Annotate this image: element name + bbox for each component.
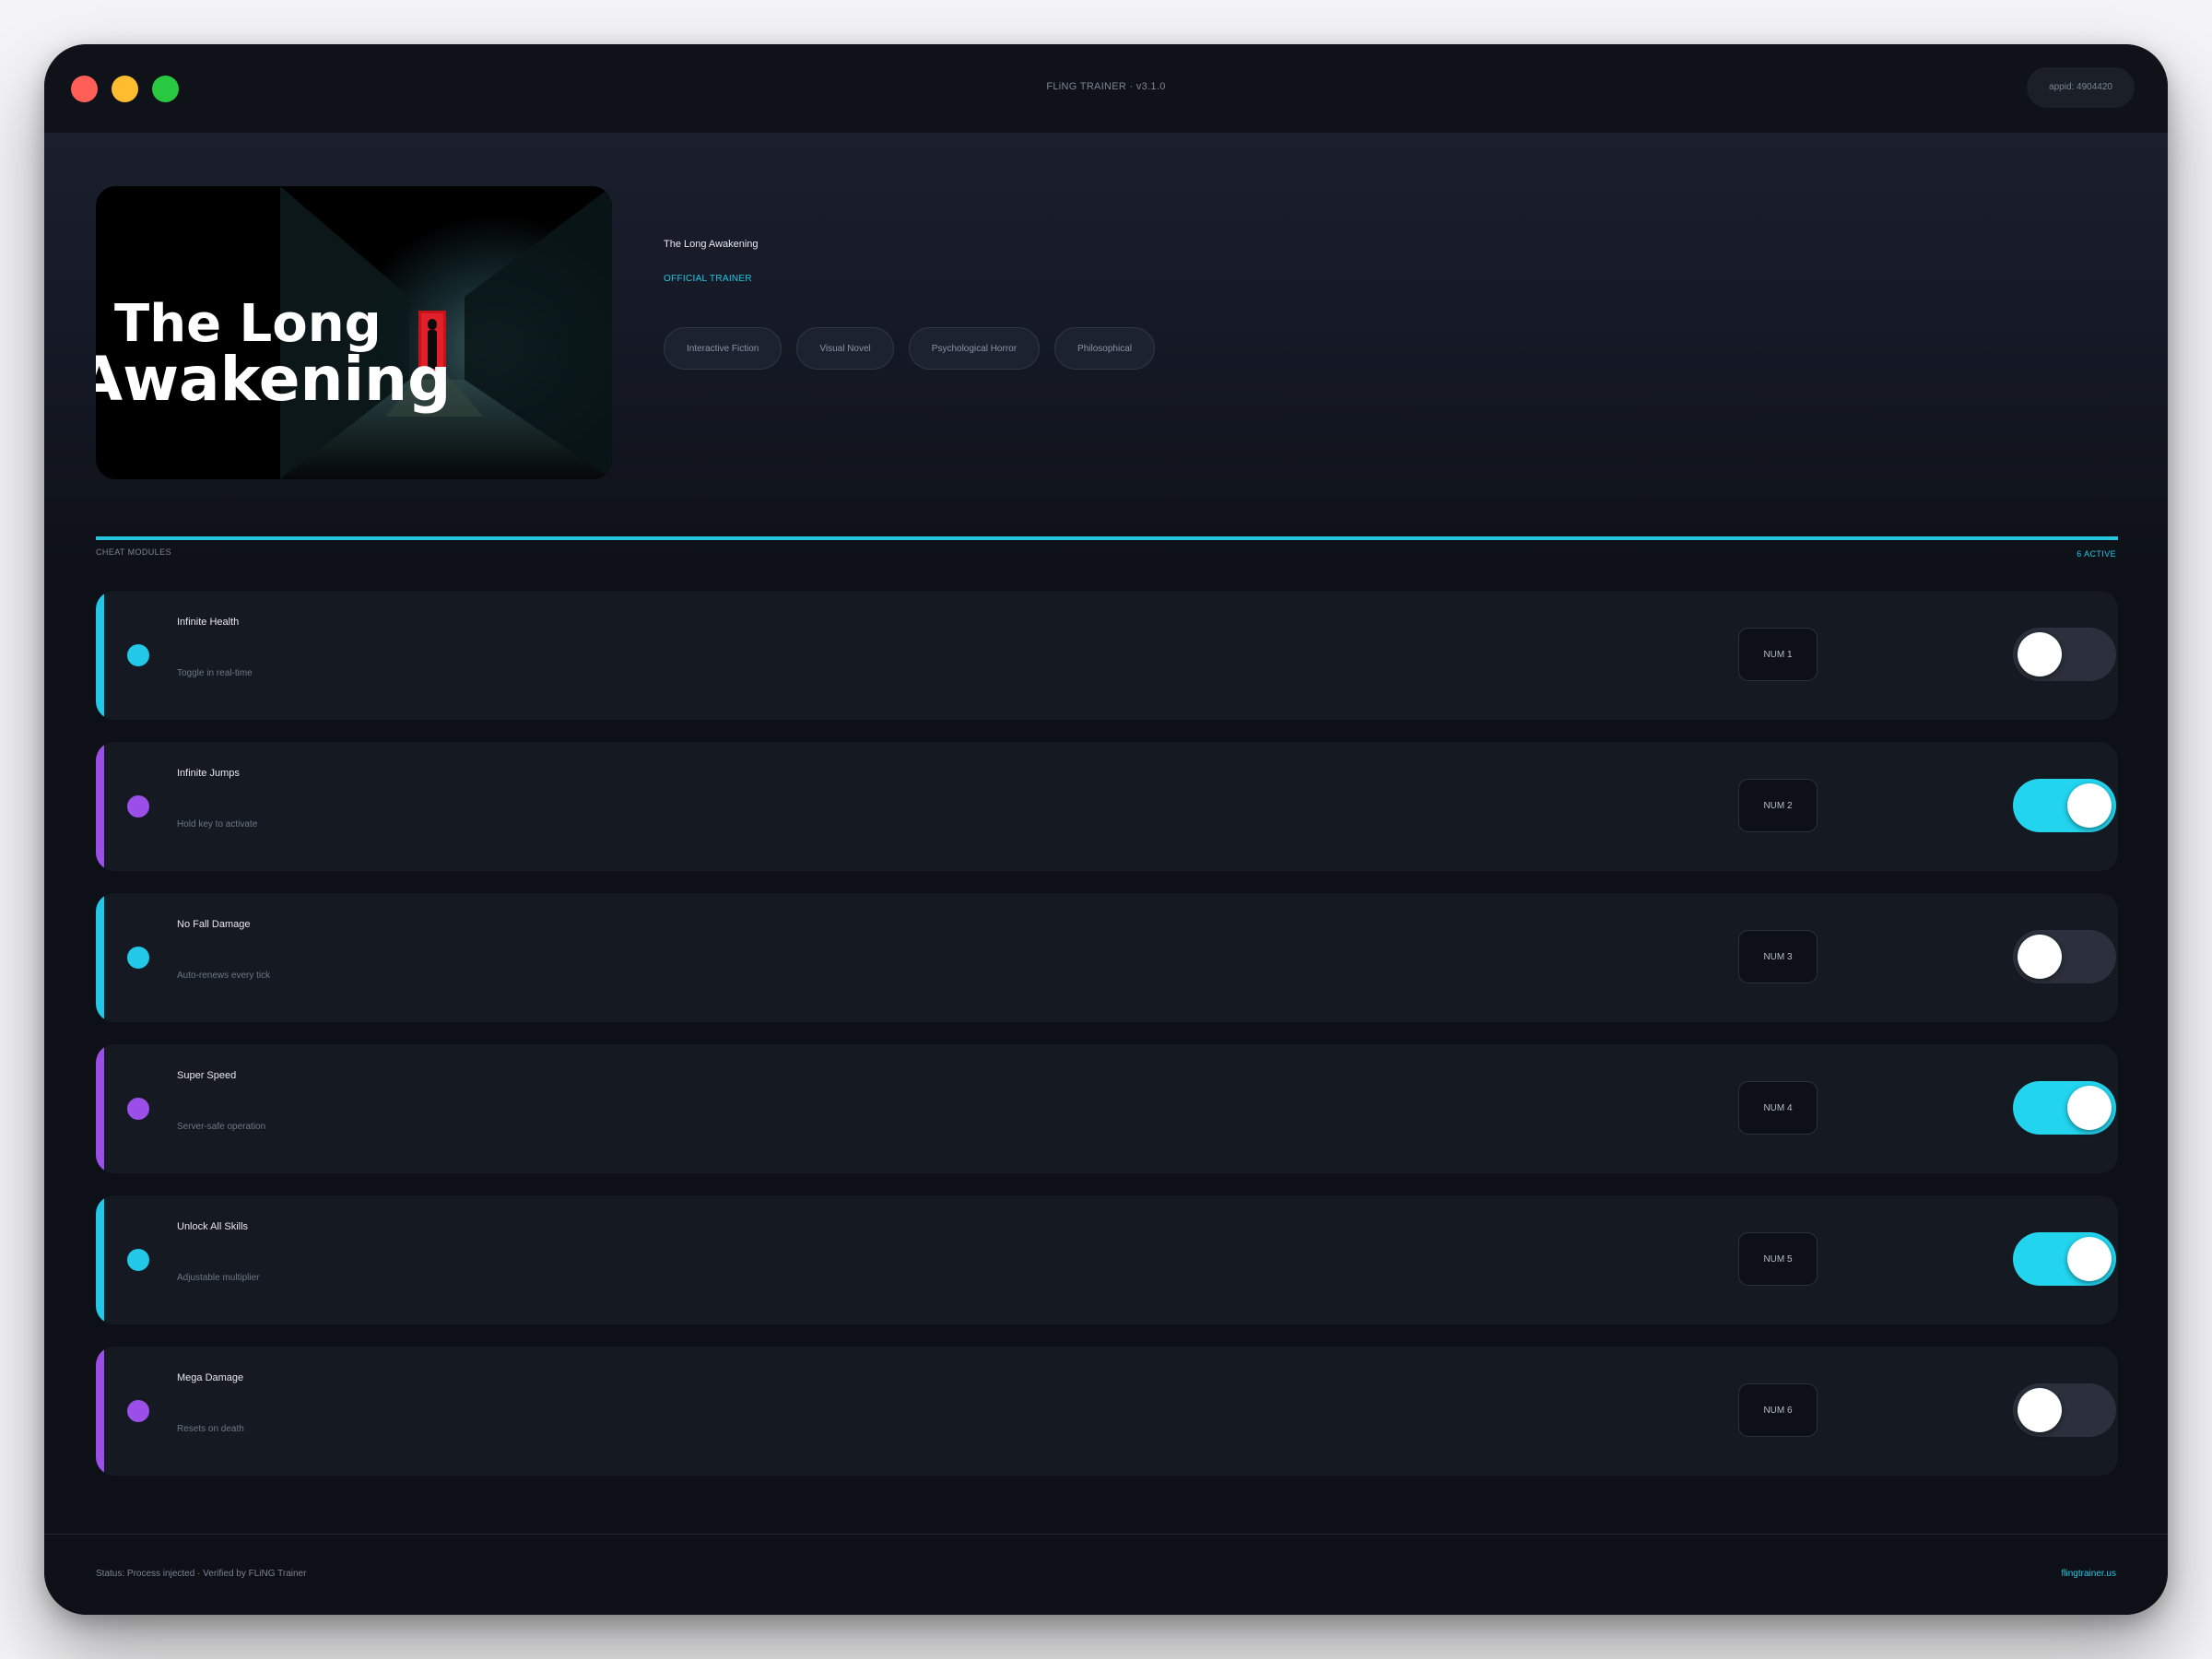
status-footer: Status: Process injected · Verified by F… [44, 1534, 2168, 1615]
module-name: Mega Damage [177, 1372, 244, 1383]
module-description: Hold key to activate [177, 819, 258, 830]
module-accent-bar [96, 1347, 104, 1476]
module-description: Auto-renews every tick [177, 971, 271, 981]
status-dot-icon [127, 1249, 149, 1271]
status-dot-icon [127, 795, 149, 818]
module-description: Toggle in real-time [177, 668, 253, 678]
title-bar: FLiNG TRAINER · v3.1.0 appid: 4904420 [44, 44, 2168, 134]
genre-tags: Interactive Fiction Visual Novel Psychol… [664, 327, 1155, 370]
hotkey-button[interactable]: NUM 2 [1738, 779, 1818, 832]
game-title: The Long Awakening [664, 239, 759, 250]
toggle-knob [2018, 935, 2062, 979]
status-text: Status: Process injected · Verified by F… [96, 1569, 307, 1579]
module-description: Adjustable multiplier [177, 1273, 260, 1283]
status-dot-icon [127, 1400, 149, 1422]
game-header: The Long Awakening The Long Awakening OF… [44, 134, 2168, 594]
module-accent-bar [96, 591, 104, 720]
hotkey-button[interactable]: NUM 4 [1738, 1081, 1818, 1135]
module-name: No Fall Damage [177, 919, 251, 930]
cheat-module-unlock-all-skills: Unlock All Skills Adjustable multiplier … [96, 1195, 2118, 1324]
website-link[interactable]: flingtrainer.us [2062, 1569, 2116, 1579]
toggle-knob [2067, 783, 2112, 828]
module-name: Infinite Health [177, 617, 240, 628]
cheat-module-infinite-jumps: Infinite Jumps Hold key to activate NUM … [96, 742, 2118, 871]
module-toggle[interactable] [2013, 1383, 2116, 1437]
module-accent-bar [96, 1195, 104, 1324]
active-count: 6 ACTIVE [2077, 549, 2116, 559]
toggle-knob [2018, 632, 2062, 677]
cheat-module-infinite-health: Infinite Health Toggle in real-time NUM … [96, 591, 2118, 720]
section-divider [96, 536, 2118, 540]
module-toggle[interactable] [2013, 1081, 2116, 1135]
genre-tag[interactable]: Psychological Horror [908, 327, 1041, 370]
toggle-knob [2067, 1086, 2112, 1130]
appid-badge: appid: 4904420 [2027, 67, 2135, 108]
cheat-module-no-fall-damage: No Fall Damage Auto-renews every tick NU… [96, 893, 2118, 1022]
hotkey-button[interactable]: NUM 1 [1738, 628, 1818, 681]
window-title: FLiNG TRAINER · v3.1.0 [1046, 81, 1166, 92]
status-dot-icon [127, 644, 149, 666]
hotkey-button[interactable]: NUM 3 [1738, 930, 1818, 983]
module-description: Resets on death [177, 1424, 244, 1434]
toggle-knob [2067, 1237, 2112, 1281]
game-cover-image: The Long Awakening [96, 186, 612, 479]
genre-tag[interactable]: Philosophical [1054, 327, 1155, 370]
toggle-knob [2018, 1388, 2062, 1432]
status-dot-icon [127, 1098, 149, 1120]
module-toggle[interactable] [2013, 779, 2116, 832]
trainer-window: FLiNG TRAINER · v3.1.0 appid: 4904420 Th… [44, 44, 2168, 1615]
module-toggle[interactable] [2013, 930, 2116, 983]
hotkey-button[interactable]: NUM 6 [1738, 1383, 1818, 1437]
module-accent-bar [96, 893, 104, 1022]
module-toggle[interactable] [2013, 1232, 2116, 1286]
section-label: CHEAT MODULES [96, 547, 171, 557]
module-toggle[interactable] [2013, 628, 2116, 681]
cheat-module-super-speed: Super Speed Server-safe operation NUM 4 [96, 1044, 2118, 1173]
status-dot-icon [127, 947, 149, 969]
module-name: Unlock All Skills [177, 1221, 249, 1232]
cheat-module-list: Infinite Health Toggle in real-time NUM … [96, 591, 2118, 1498]
module-name: Infinite Jumps [177, 768, 240, 779]
official-trainer-badge: OFFICIAL TRAINER [664, 274, 752, 284]
module-name: Super Speed [177, 1070, 237, 1081]
cover-title-line2: Awakening [96, 344, 451, 415]
genre-tag[interactable]: Visual Novel [796, 327, 894, 370]
module-accent-bar [96, 1044, 104, 1173]
module-description: Server-safe operation [177, 1122, 266, 1132]
hotkey-button[interactable]: NUM 5 [1738, 1232, 1818, 1286]
cheat-module-mega-damage: Mega Damage Resets on death NUM 6 [96, 1347, 2118, 1476]
module-accent-bar [96, 742, 104, 871]
genre-tag[interactable]: Interactive Fiction [664, 327, 782, 370]
